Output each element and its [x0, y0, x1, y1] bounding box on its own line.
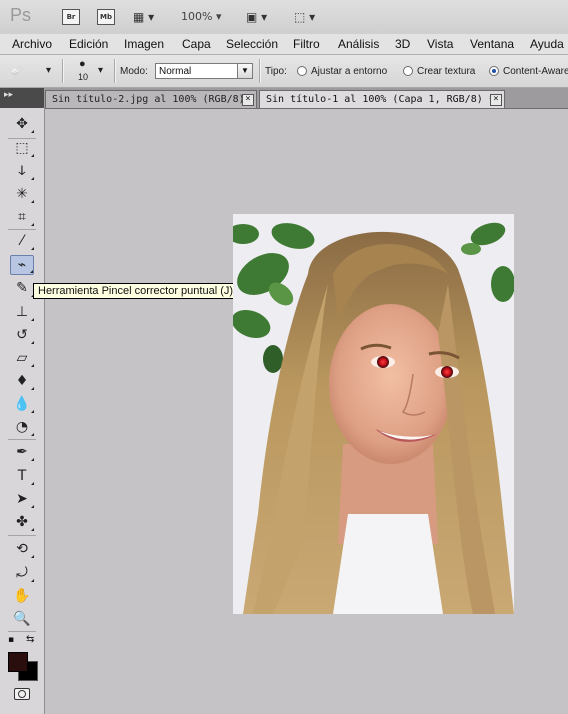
menu-seleccion[interactable]: Selección — [226, 37, 278, 51]
separator — [8, 631, 36, 632]
foreground-color-swatch[interactable] — [8, 652, 28, 672]
eraser-icon[interactable]: ▱ — [10, 348, 34, 368]
separator — [8, 229, 36, 230]
tool-options-bar: 🩹 ▾ ● 10 ▾ Modo: Normal ▼ Tipo: Ajustar … — [0, 55, 568, 88]
document-tabs: ▸▸ Sin título-2.jpg al 100% (RGB/8) × Si… — [0, 88, 568, 109]
brush-icon[interactable]: ✎ — [10, 278, 34, 298]
separator — [259, 59, 261, 83]
launch-mini-bridge-button[interactable]: Mb — [97, 9, 115, 25]
separator — [8, 535, 36, 536]
clone-stamp-icon[interactable]: ⊥ — [10, 302, 34, 322]
content-aware-label[interactable]: Content-Aware — [503, 66, 568, 77]
path-selection-icon[interactable]: ➤ — [10, 489, 34, 509]
tab-document-2[interactable]: Sin título-2.jpg al 100% (RGB/8) × — [45, 90, 257, 108]
launch-bridge-button[interactable]: Br — [62, 9, 80, 25]
menu-filtro[interactable]: Filtro — [293, 37, 320, 51]
mode-value: Normal — [159, 66, 192, 77]
separator — [114, 59, 116, 83]
custom-shape-icon[interactable]: ✤ — [10, 512, 34, 532]
document-canvas[interactable] — [233, 214, 514, 614]
crop-icon[interactable]: ⌗ — [10, 207, 34, 227]
close-icon[interactable]: × — [490, 94, 502, 106]
collapse-panel-icon[interactable]: ▸▸ — [4, 90, 13, 100]
type-label: Tipo: — [265, 66, 287, 77]
menu-analisis[interactable]: Análisis — [338, 37, 379, 51]
zoom-icon[interactable]: 🔍 — [10, 609, 34, 629]
menu-archivo[interactable]: Archivo — [12, 37, 52, 51]
brush-tip-icon[interactable]: ● — [79, 58, 86, 70]
proximity-match-label[interactable]: Ajustar a entorno — [311, 66, 387, 77]
tab-label: Sin título-1 al 100% (Capa 1, RGB/8) * — [266, 94, 495, 105]
separator — [8, 439, 36, 440]
pen-icon[interactable]: ✒ — [10, 442, 34, 462]
menu-imagen[interactable]: Imagen — [124, 37, 164, 51]
brush-size-value: 10 — [78, 72, 89, 82]
menu-edicion[interactable]: Edición — [69, 37, 108, 51]
menu-3d[interactable]: 3D — [395, 37, 410, 51]
type-icon[interactable]: T — [10, 466, 34, 486]
close-icon[interactable]: × — [242, 94, 254, 106]
mode-select[interactable]: Normal ▼ — [155, 63, 253, 79]
chevron-down-icon: ▼ — [237, 64, 252, 78]
create-texture-label[interactable]: Crear textura — [417, 66, 475, 77]
application-bar: Ps Br Mb ▦ ▾ 100% ▾ ▣ ▾ ⬚ ▾ — [0, 0, 568, 35]
screen-mode-icon[interactable]: ⬚ ▾ — [294, 10, 315, 24]
separator — [62, 59, 64, 83]
brush-picker-dropdown-icon[interactable]: ▾ — [98, 65, 103, 76]
photoshop-logo: Ps — [10, 5, 32, 25]
paint-bucket-icon[interactable]: ♦ — [10, 371, 34, 391]
tool-preset-picker-icon[interactable]: 🩹 — [6, 64, 23, 81]
zoom-level-value: 100% — [181, 10, 213, 23]
arrange-documents-icon[interactable]: ▣ ▾ — [246, 10, 267, 24]
swap-colors-icon[interactable]: ⇆ — [26, 634, 34, 645]
mode-label: Modo: — [120, 66, 148, 77]
proximity-match-radio[interactable] — [297, 66, 307, 76]
3d-orbit-icon[interactable]: ⤾ — [10, 563, 34, 583]
spot-healing-brush-icon[interactable]: ⌁ — [10, 255, 34, 275]
menu-capa[interactable]: Capa — [182, 37, 211, 51]
tool-tooltip: Herramienta Pincel corrector puntual (J) — [33, 283, 239, 299]
eyedropper-icon[interactable]: ⁄ — [10, 231, 34, 251]
tools-panel: ✥ ⬚ ↆ ✳ ⌗ ⁄ ⌁ ✎ ⊥ ↺ ▱ ♦ 💧 ◔ ✒ T ➤ ✤ ⟲ ⤾ … — [0, 108, 45, 714]
tool-preset-dropdown-icon[interactable]: ▾ — [46, 65, 51, 76]
menu-ayuda[interactable]: Ayuda — [530, 37, 564, 51]
tab-document-1[interactable]: Sin título-1 al 100% (Capa 1, RGB/8) * × — [259, 90, 505, 108]
hand-icon[interactable]: ✋ — [10, 586, 34, 606]
tab-label: Sin título-2.jpg al 100% (RGB/8) — [52, 94, 245, 105]
3d-rotate-icon[interactable]: ⟲ — [10, 539, 34, 559]
zoom-level-dropdown[interactable]: 100% ▾ — [181, 10, 221, 23]
menu-bar: Archivo Edición Imagen Capa Selección Fi… — [0, 34, 568, 55]
quick-selection-icon[interactable]: ✳ — [10, 184, 34, 204]
view-extras-icon[interactable]: ▦ ▾ — [133, 10, 154, 24]
portrait-photo — [233, 214, 514, 614]
dodge-icon[interactable]: ◔ — [10, 417, 34, 437]
quick-mask-icon[interactable] — [14, 688, 30, 700]
move-tool-icon[interactable]: ✥ — [10, 114, 34, 134]
history-brush-icon[interactable]: ↺ — [10, 325, 34, 345]
blur-icon[interactable]: 💧 — [10, 394, 34, 414]
menu-vista[interactable]: Vista — [427, 37, 453, 51]
lasso-icon[interactable]: ↆ — [10, 161, 34, 181]
create-texture-radio[interactable] — [403, 66, 413, 76]
toolbar-header[interactable]: ▸▸ — [0, 88, 44, 108]
menu-ventana[interactable]: Ventana — [470, 37, 514, 51]
default-colors-icon[interactable]: ▪ — [8, 635, 14, 645]
rectangular-marquee-icon[interactable]: ⬚ — [10, 138, 34, 158]
content-aware-radio[interactable] — [489, 66, 499, 76]
